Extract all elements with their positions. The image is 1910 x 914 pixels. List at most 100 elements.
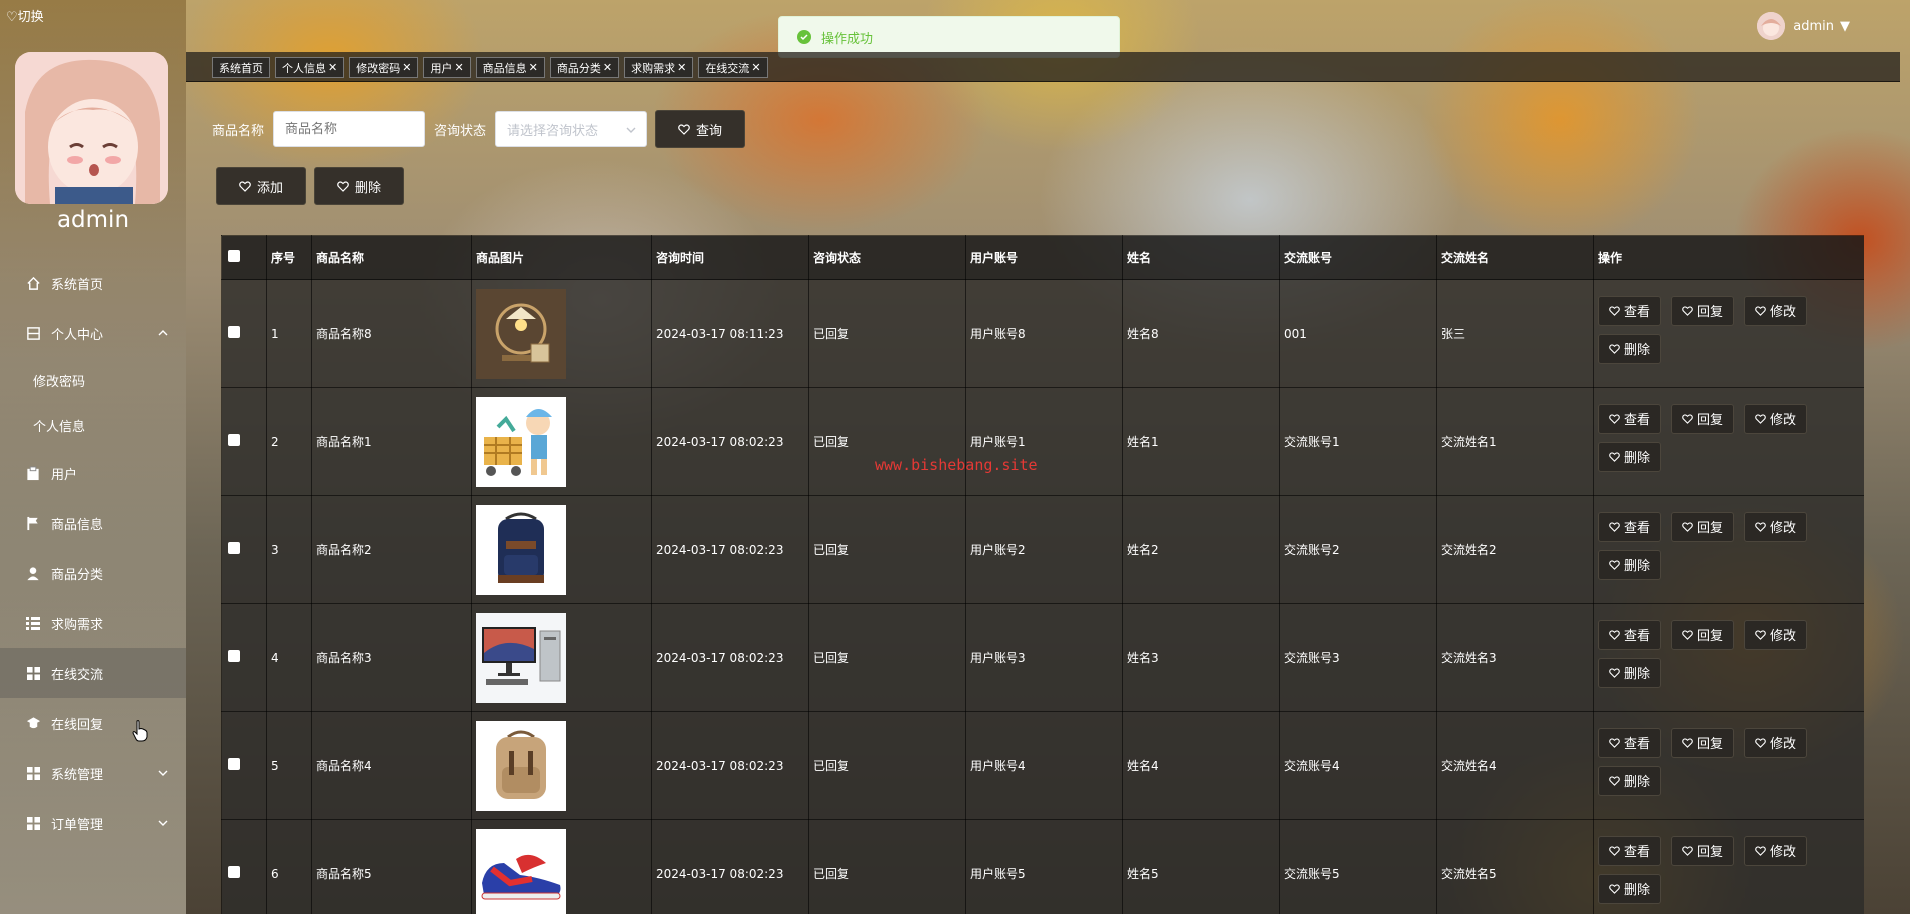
product-thumbnail[interactable]: [476, 828, 651, 914]
checkbox[interactable]: [228, 866, 240, 878]
row-checkbox-cell[interactable]: [221, 711, 267, 820]
sidebar-item-online-reply[interactable]: 在线回复: [0, 698, 186, 748]
view-button[interactable]: 查看: [1598, 619, 1662, 650]
close-icon[interactable]: ✕: [328, 61, 337, 74]
row-name: 姓名5: [1122, 819, 1280, 914]
op-label: 回复: [1697, 629, 1724, 644]
delete-button[interactable]: 删除: [314, 167, 404, 205]
product-thumbnail[interactable]: [476, 504, 651, 595]
row-delete-button[interactable]: 删除: [1598, 657, 1662, 688]
sidebar-item-order-management[interactable]: 订单管理: [0, 798, 186, 848]
heart-icon: [1609, 775, 1620, 786]
row-checkbox-cell[interactable]: [221, 495, 267, 604]
select-all-checkbox[interactable]: [221, 235, 267, 280]
sidebar-item-personal-info[interactable]: 个人信息: [0, 403, 186, 448]
checkbox[interactable]: [228, 650, 240, 662]
row-operations: 查看 回复 修改删除: [1593, 495, 1864, 604]
view-button[interactable]: 查看: [1598, 403, 1662, 434]
edit-button[interactable]: 修改: [1744, 727, 1808, 758]
sidebar-item-purchase-demand[interactable]: 求购需求: [0, 598, 186, 648]
edit-button[interactable]: 修改: [1744, 835, 1808, 866]
checkbox[interactable]: [228, 434, 240, 446]
person-card-icon: [25, 325, 41, 341]
tab-5[interactable]: 商品分类 ✕: [549, 57, 620, 78]
product-thumbnail[interactable]: [476, 396, 651, 487]
row-user-account: 用户账号4: [965, 711, 1123, 820]
product-thumbnail[interactable]: [476, 612, 651, 703]
op-label: 查看: [1624, 737, 1651, 752]
operation-buttons: 查看 回复 修改删除: [1598, 403, 1828, 480]
tab-2[interactable]: 修改密码 ✕: [349, 57, 419, 78]
admin-name: admin: [56, 207, 130, 233]
sidebar-item-product-category[interactable]: 商品分类: [0, 548, 186, 598]
close-icon[interactable]: ✕: [529, 61, 538, 74]
edit-button[interactable]: 修改: [1744, 619, 1808, 650]
sidebar-item-product-info[interactable]: 商品信息: [0, 498, 186, 548]
sidebar-item-system-management[interactable]: 系统管理: [0, 748, 186, 798]
tab-4[interactable]: 商品信息 ✕: [475, 57, 545, 78]
consult-status-select[interactable]: 请选择咨询状态: [495, 111, 648, 147]
row-no: 6: [266, 819, 312, 914]
query-button[interactable]: 查询: [655, 110, 746, 148]
sidebar-item-change-password[interactable]: 修改密码: [0, 358, 186, 403]
close-icon[interactable]: ✕: [454, 61, 463, 74]
tab-7[interactable]: 在线交流 ✕: [698, 57, 768, 78]
row-delete-button[interactable]: 删除: [1598, 549, 1662, 580]
tab-1[interactable]: 个人信息 ✕: [275, 57, 345, 78]
add-button[interactable]: 添加: [216, 167, 306, 205]
op-label: 删除: [1624, 775, 1651, 790]
view-button[interactable]: 查看: [1598, 295, 1662, 326]
product-thumbnail[interactable]: [476, 288, 651, 379]
close-icon[interactable]: ✕: [677, 61, 686, 74]
edit-button[interactable]: 修改: [1744, 511, 1808, 542]
sidebar-item-users[interactable]: 用户: [0, 448, 186, 498]
clipboard-icon: [25, 465, 41, 481]
checkbox[interactable]: [228, 758, 240, 770]
tab-3[interactable]: 用户 ✕: [423, 57, 471, 78]
reply-button[interactable]: 回复: [1671, 619, 1735, 650]
cap-icon: [25, 715, 41, 731]
reply-button[interactable]: 回复: [1671, 511, 1735, 542]
sidebar-item-label: 求购需求: [51, 617, 104, 633]
reply-button[interactable]: 回复: [1671, 403, 1735, 434]
edit-button[interactable]: 修改: [1744, 403, 1808, 434]
product-thumbnail[interactable]: [476, 720, 651, 811]
row-checkbox-cell[interactable]: [221, 603, 267, 712]
checkbox[interactable]: [228, 326, 240, 338]
tab-label: 用户: [430, 61, 453, 75]
product-name-input[interactable]: [273, 111, 426, 147]
view-button[interactable]: 查看: [1598, 511, 1662, 542]
view-button[interactable]: 查看: [1598, 727, 1662, 758]
row-delete-button[interactable]: 删除: [1598, 873, 1662, 904]
close-icon[interactable]: ✕: [402, 61, 411, 74]
switch-theme-button[interactable]: ♡切换: [6, 6, 44, 25]
row-checkbox-cell[interactable]: [221, 387, 267, 496]
view-button[interactable]: 查看: [1598, 835, 1662, 866]
row-checkbox-cell[interactable]: [221, 819, 267, 914]
close-icon[interactable]: ✕: [603, 61, 612, 74]
row-checkbox-cell[interactable]: [221, 279, 267, 388]
sidebar-item-personal-center[interactable]: 个人中心: [0, 308, 186, 358]
tab-0[interactable]: 系统首页: [212, 57, 270, 78]
tab-label: 求购需求: [631, 61, 676, 75]
header-product-image: 商品图片: [471, 235, 652, 280]
reply-button[interactable]: 回复: [1671, 727, 1735, 758]
table-row: 5 商品名称4 2024-03-17 08:02:23 已回复 用户账号4 姓名4 交流账号…: [221, 711, 1864, 820]
reply-button[interactable]: 回复: [1671, 835, 1735, 866]
user-menu[interactable]: admin ▼: [1757, 12, 1850, 40]
checkbox[interactable]: [228, 542, 240, 554]
sidebar-item-home[interactable]: 系统首页: [0, 258, 186, 308]
close-icon[interactable]: ✕: [751, 61, 760, 74]
checkbox[interactable]: [228, 250, 240, 262]
edit-button[interactable]: 修改: [1744, 295, 1808, 326]
row-delete-button[interactable]: 删除: [1598, 441, 1662, 472]
reply-button[interactable]: 回复: [1671, 295, 1735, 326]
table-row: 1 商品名称8 2024-03-17 08:11:23 已回复 用户账号8 姓名8 001 张…: [221, 279, 1864, 388]
row-operations: 查看 回复 修改删除: [1593, 279, 1864, 388]
row-delete-button[interactable]: 删除: [1598, 765, 1662, 796]
chevron-down-icon: [626, 123, 636, 138]
sidebar-item-online-chat[interactable]: 在线交流: [0, 648, 186, 698]
row-delete-button[interactable]: 删除: [1598, 333, 1662, 364]
op-label: 删除: [1624, 667, 1651, 682]
tab-6[interactable]: 求购需求 ✕: [624, 57, 694, 78]
